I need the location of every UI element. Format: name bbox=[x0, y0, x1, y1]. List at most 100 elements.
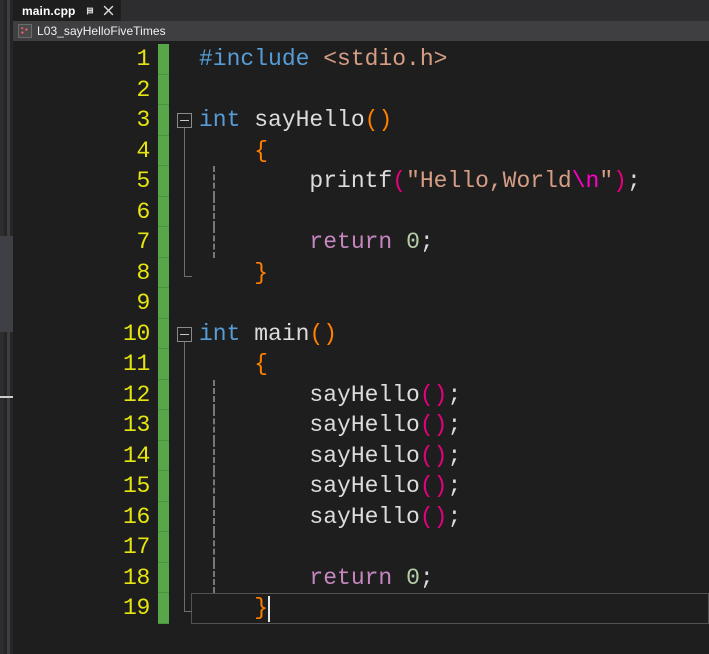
line-number: 12 bbox=[122, 381, 150, 408]
code-editor-surface[interactable]: 1 #include <stdio.h> 2 3 int sayHello() 4 {5 … bbox=[13, 41, 709, 639]
outlining-column bbox=[173, 257, 199, 289]
code-line-row[interactable]: 12 sayHello(); bbox=[13, 379, 709, 410]
outlining-column bbox=[173, 501, 199, 532]
line-number: 18 bbox=[122, 564, 150, 591]
code-line-row[interactable]: 7 return 0; bbox=[13, 227, 709, 258]
visual-studio-editor-window: main.cpp L03_sayHelloFiveTimes 1 #includ… bbox=[0, 0, 709, 654]
indent-guide bbox=[213, 532, 215, 563]
line-number: 19 bbox=[122, 595, 150, 621]
outline-end-foot bbox=[184, 611, 192, 612]
pin-icon[interactable] bbox=[84, 5, 96, 17]
code-token: ; bbox=[447, 381, 462, 408]
change-indicator-bar bbox=[158, 318, 169, 349]
outlining-column bbox=[173, 562, 199, 593]
code-line-row[interactable]: 5 printf("Hello,World\n"); bbox=[13, 166, 709, 197]
dock-vertical-tab[interactable] bbox=[0, 236, 13, 332]
code-line-row[interactable]: 17 bbox=[13, 532, 709, 563]
code-token: ; bbox=[419, 229, 434, 255]
code-line-text: sayHello(); bbox=[199, 441, 461, 472]
code-line-row[interactable]: 16 sayHello(); bbox=[13, 501, 709, 533]
code-token: ; bbox=[447, 442, 462, 469]
code-line-row[interactable]: 10 int main() bbox=[13, 318, 709, 349]
outline-vertical-line bbox=[184, 135, 185, 166]
code-token: int bbox=[199, 107, 241, 133]
change-indicator-bar bbox=[158, 501, 169, 532]
indent-guide bbox=[213, 196, 215, 227]
code-line-text: } bbox=[199, 593, 268, 624]
code-token: () bbox=[419, 442, 448, 469]
code-line-text: } bbox=[199, 258, 268, 289]
code-line-row[interactable]: 6 bbox=[13, 196, 709, 227]
code-token: sayHello bbox=[309, 412, 420, 438]
outline-vertical-line bbox=[184, 349, 185, 380]
code-token: printf bbox=[309, 168, 393, 194]
outlining-column bbox=[173, 44, 199, 75]
code-line-row[interactable]: 8 } bbox=[13, 257, 709, 289]
code-line-row[interactable]: 15 sayHello(); bbox=[13, 471, 709, 502]
code-token: <stdio.h> bbox=[323, 46, 448, 72]
line-number: 15 bbox=[122, 473, 150, 499]
line-number: 10 bbox=[122, 320, 150, 347]
outlining-column bbox=[173, 593, 199, 624]
code-line-text: { bbox=[199, 136, 268, 167]
line-number: 6 bbox=[136, 198, 150, 225]
outlining-column bbox=[173, 471, 199, 502]
code-line-row[interactable]: 3 int sayHello() bbox=[13, 105, 709, 136]
line-number: 16 bbox=[122, 503, 150, 530]
code-token: 0 bbox=[406, 564, 420, 591]
code-line-row[interactable]: 18 return 0; bbox=[13, 562, 709, 594]
code-line-row[interactable]: 13 sayHello(); bbox=[13, 410, 709, 441]
code-token: return bbox=[309, 229, 393, 255]
line-number: 2 bbox=[136, 76, 150, 103]
change-indicator-bar bbox=[158, 105, 169, 136]
outline-vertical-line bbox=[184, 257, 185, 277]
code-token: () bbox=[419, 381, 448, 408]
change-indicator-bar bbox=[158, 257, 169, 288]
collapse-minus-icon[interactable] bbox=[177, 326, 192, 342]
code-line-row[interactable]: 9 bbox=[13, 288, 709, 319]
outline-vertical-line bbox=[184, 410, 185, 441]
code-line-row[interactable]: 4 { bbox=[13, 135, 709, 167]
close-icon[interactable] bbox=[102, 4, 115, 17]
code-token: () bbox=[364, 107, 393, 133]
change-indicator-bar bbox=[158, 471, 169, 502]
line-number: 1 bbox=[136, 46, 150, 72]
change-indicator-bar bbox=[158, 562, 169, 593]
outline-vertical-line bbox=[184, 379, 185, 410]
code-line-row[interactable]: 11 { bbox=[13, 349, 709, 380]
code-token: { bbox=[254, 351, 269, 377]
outlining-column bbox=[173, 135, 199, 166]
code-lines-container: 1 #include <stdio.h> 2 3 int sayHello() 4 {5 … bbox=[13, 44, 709, 624]
outline-vertical-line bbox=[184, 341, 185, 349]
tab-label: main.cpp bbox=[22, 3, 76, 18]
code-token: } bbox=[254, 259, 269, 286]
outlining-column bbox=[173, 349, 199, 380]
code-line-text: { bbox=[199, 349, 268, 380]
cpp-project-icon bbox=[18, 24, 32, 38]
line-number: 4 bbox=[136, 137, 150, 164]
outline-vertical-line bbox=[184, 471, 185, 502]
text-caret bbox=[268, 596, 270, 622]
change-indicator-bar bbox=[158, 532, 169, 563]
code-line-row[interactable]: 14 sayHello(); bbox=[13, 440, 709, 472]
code-token: } bbox=[254, 595, 269, 621]
code-token: ) bbox=[613, 168, 627, 194]
code-line-text: return 0; bbox=[199, 563, 433, 594]
code-line-row[interactable]: 19 } bbox=[13, 593, 709, 624]
code-line-text: sayHello(); bbox=[199, 410, 461, 441]
line-number: 17 bbox=[122, 534, 150, 560]
line-number: 8 bbox=[136, 259, 150, 286]
collapse-minus-icon[interactable] bbox=[177, 113, 192, 128]
code-token: ; bbox=[626, 168, 641, 194]
code-token: sayHello bbox=[240, 107, 365, 133]
tab-main-cpp[interactable]: main.cpp bbox=[13, 0, 122, 21]
code-line-row[interactable]: 1 #include <stdio.h> bbox=[13, 44, 709, 75]
code-line-text: sayHello(); bbox=[199, 502, 461, 533]
code-line-row[interactable]: 2 bbox=[13, 74, 709, 105]
